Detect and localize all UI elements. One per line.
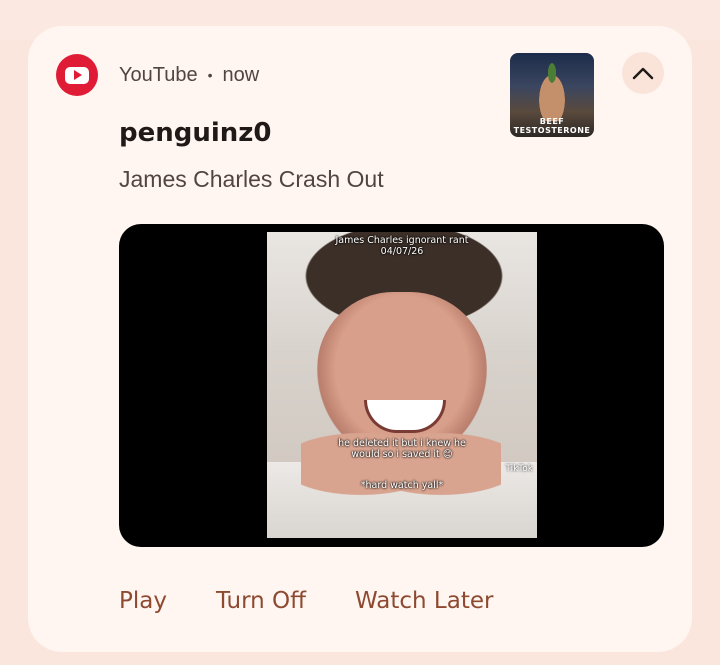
notification-time: now xyxy=(222,63,260,86)
youtube-icon xyxy=(56,54,98,96)
video-overlay-caption: he deleted it but i knew he would so i s… xyxy=(338,438,466,460)
video-frame: James Charles ignorant rant 04/07/26 he … xyxy=(267,232,537,538)
video-preview[interactable]: James Charles ignorant rant 04/07/26 he … xyxy=(119,224,664,547)
notification-header: YouTube • now xyxy=(119,62,259,88)
notification-title: penguinz0 xyxy=(119,118,272,148)
play-glyph-icon xyxy=(65,66,89,84)
turn-off-button[interactable]: Turn Off xyxy=(216,586,306,616)
notification-body: James Charles Crash Out xyxy=(119,166,384,192)
app-name: YouTube xyxy=(119,63,198,86)
expand-collapse-button[interactable] xyxy=(622,52,664,94)
thumbnail-figure xyxy=(532,61,572,121)
video-overlay-title: James Charles ignorant rant 04/07/26 xyxy=(335,235,469,257)
play-button[interactable]: Play xyxy=(119,586,167,616)
header-separator: • xyxy=(207,67,213,83)
notification-actions: Play Turn Off Watch Later xyxy=(119,586,493,616)
watch-later-button[interactable]: Watch Later xyxy=(355,586,493,616)
video-overlay-footer: *hard watch yall* xyxy=(360,480,444,491)
chevron-up-icon xyxy=(632,67,654,80)
channel-thumbnail: BEEF TESTOSTERONE xyxy=(510,53,594,137)
thumbnail-caption: BEEF TESTOSTERONE xyxy=(513,117,591,135)
video-watermark: TikTok xyxy=(505,464,533,474)
